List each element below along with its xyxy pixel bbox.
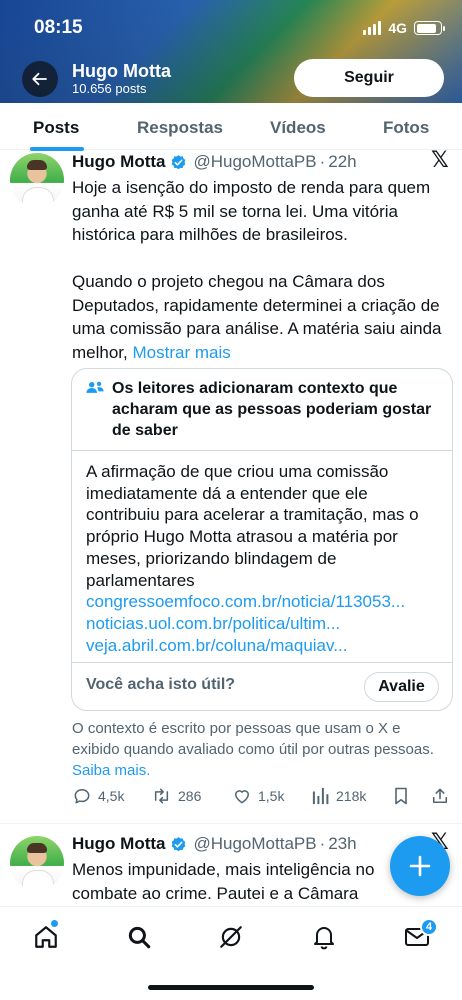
note-disclaimer-text: O contexto é escrito por pessoas que usa… — [72, 720, 434, 758]
tweet-text-continued: Quando o projeto chegou na Câmara dos De… — [72, 272, 442, 362]
community-note-body: A afirmação de que criou uma comissão im… — [86, 461, 446, 656]
tweet-handle[interactable]: @HugoMottaPB — [193, 152, 316, 172]
community-note-title: Os leitores adicionaram contexto que ach… — [112, 380, 432, 439]
compose-button[interactable] — [390, 836, 450, 896]
verified-badge-icon — [170, 836, 187, 853]
reply-count: 4,5k — [98, 788, 125, 804]
verified-badge-icon — [170, 154, 187, 171]
comment-icon — [74, 789, 90, 804]
bookmark-icon — [395, 787, 407, 805]
repost-icon — [154, 788, 169, 804]
tweet-text-paragraph: Quando o projeto chegou na Câmara dos De… — [72, 270, 442, 364]
status-time: 08:15 — [34, 17, 83, 38]
tweet-author-name[interactable]: Hugo Motta — [72, 834, 165, 854]
bookmark-button[interactable] — [392, 786, 410, 806]
separator-dot: · — [319, 152, 326, 171]
follow-button[interactable]: Seguir — [294, 59, 444, 97]
bell-icon — [314, 927, 334, 950]
tab-photos[interactable]: Fotos — [383, 118, 429, 138]
note-source-link[interactable]: congressoemfoco.com.br/noticia/113053... — [86, 591, 446, 613]
profile-header-banner: 08:15 4G Hugo Motta 10.656 posts Seguir — [0, 0, 462, 103]
repost-count: 286 — [178, 788, 202, 804]
tweet-text-paragraph: Hoje a isenção do imposto de renda para … — [72, 178, 431, 244]
nav-search[interactable] — [124, 922, 154, 952]
active-tab-indicator — [30, 147, 84, 151]
learn-more-link[interactable]: Saiba mais. — [72, 762, 150, 779]
share-icon — [432, 788, 448, 804]
bar-chart-icon — [312, 787, 329, 805]
x-logo-icon: 𝕏 — [431, 147, 449, 172]
arrow-left-icon — [32, 72, 47, 86]
tweet-text: Menos impunidade, mais inteligência no c… — [72, 860, 375, 903]
home-indicator — [148, 985, 314, 990]
status-bar: 08:15 4G — [0, 0, 462, 50]
tab-posts[interactable]: Posts — [33, 118, 79, 138]
community-note: Os leitores adicionaram contexto que ach… — [71, 368, 453, 711]
note-disclaimer: O contexto é escrito por pessoas que usa… — [72, 718, 452, 781]
tweet-handle[interactable]: @HugoMottaPB — [193, 834, 316, 854]
like-count: 1,5k — [258, 788, 285, 804]
tweet-author-name[interactable]: Hugo Motta — [72, 152, 165, 172]
views-button[interactable]: 218k — [312, 786, 366, 806]
network-label: 4G — [388, 20, 407, 36]
tweet-text: Hoje a isenção do imposto de renda para … — [72, 176, 442, 364]
search-icon — [128, 926, 151, 949]
grok-icon — [220, 926, 242, 948]
share-button[interactable] — [430, 786, 450, 806]
home-new-indicator — [51, 920, 58, 927]
note-source-link[interactable]: noticias.uol.com.br/politica/ultim... — [86, 613, 446, 635]
nav-notifications[interactable] — [309, 922, 339, 952]
tweet-divider — [0, 823, 462, 824]
community-note-header: Os leitores adicionaram contexto que ach… — [72, 369, 452, 451]
avatar[interactable] — [10, 836, 64, 890]
home-icon — [35, 926, 57, 948]
community-note-text: A afirmação de que criou uma comissão im… — [86, 462, 419, 590]
like-button[interactable]: 1,5k — [232, 786, 284, 806]
tab-replies[interactable]: Respostas — [137, 118, 223, 138]
heart-icon — [235, 790, 249, 804]
show-more-link[interactable]: Mostrar mais — [132, 343, 230, 362]
reply-button[interactable]: 4,5k — [72, 786, 124, 806]
repost-button[interactable]: 286 — [151, 786, 201, 806]
tweet-time[interactable]: 23h — [328, 834, 356, 854]
profile-tabs: Posts Respostas Vídeos Fotos — [0, 103, 462, 151]
messages-badge: 4 — [420, 918, 438, 936]
profile-posts-count: 10.656 posts — [72, 81, 147, 96]
community-note-footer: Você acha isto útil? Avalie — [72, 662, 452, 710]
avatar[interactable] — [10, 153, 64, 207]
people-icon — [86, 381, 104, 393]
signal-icon — [363, 21, 382, 35]
helpful-question: Você acha isto útil? — [86, 676, 236, 693]
status-indicators: 4G — [363, 20, 445, 36]
rate-button[interactable]: Avalie — [364, 672, 439, 702]
tweet-header: Hugo Motta @HugoMottaPB · 23h — [72, 834, 357, 854]
profile-name: Hugo Motta — [72, 61, 171, 81]
nav-grok[interactable] — [216, 922, 246, 952]
separator-dot: · — [319, 834, 326, 853]
tweet-header: Hugo Motta @HugoMottaPB · 22h — [72, 152, 357, 172]
nav-home[interactable] — [31, 922, 61, 952]
note-source-link[interactable]: veja.abril.com.br/coluna/maquiav... — [86, 635, 446, 657]
back-button[interactable] — [22, 61, 58, 97]
tweet-time[interactable]: 22h — [328, 152, 356, 172]
tab-videos[interactable]: Vídeos — [270, 118, 326, 138]
plus-icon — [409, 855, 431, 877]
view-count: 218k — [336, 788, 367, 804]
battery-icon — [414, 21, 445, 35]
tweet-actions: 4,5k 286 1,5k 218k — [72, 786, 452, 810]
